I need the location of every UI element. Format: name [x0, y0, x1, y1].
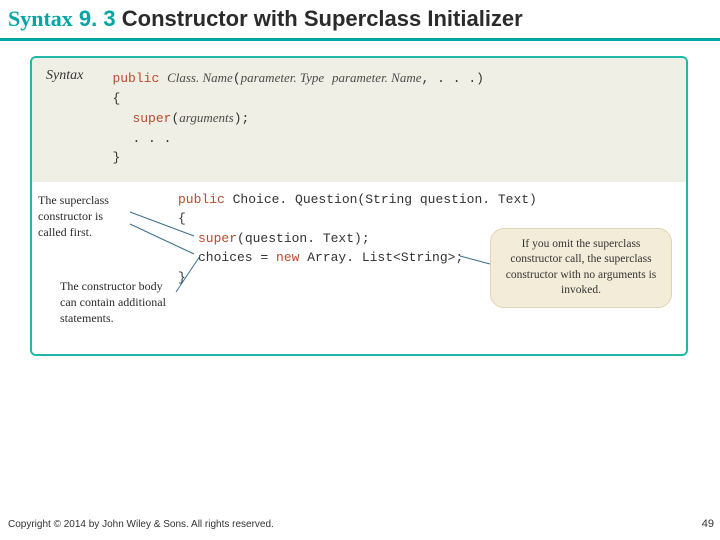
example-line-1: public Choice. Question(String question.… [178, 190, 537, 210]
syntax-line-2: { [112, 89, 483, 109]
space [324, 71, 332, 86]
example-line-3: super(question. Text); [178, 229, 537, 249]
syntax-line-3: super(arguments); [112, 108, 483, 129]
syntax-line-4: . . . [112, 129, 483, 149]
lparen: ( [233, 71, 241, 86]
ex-assign-lhs: choices = [198, 250, 276, 265]
title-word-syntax: Syntax [8, 6, 73, 31]
rest-dots: , . . .) [422, 71, 484, 86]
note-body-contain: The constructor body can contain additio… [60, 278, 180, 327]
syntax-template-panel: Syntax public Class. Name(parameter. Typ… [32, 58, 686, 184]
title-underline [0, 38, 720, 41]
kw-public-ex: public [178, 192, 225, 207]
page-title: Syntax 9. 3 Constructor with Superclass … [8, 6, 523, 32]
example-line-2: { [178, 209, 537, 229]
kw-super-ex: super [198, 231, 237, 246]
note-superclass-first: The superclass constructor is called fir… [38, 192, 130, 241]
footer-copyright: Copyright © 2014 by John Wiley & Sons. A… [8, 519, 274, 530]
syntax-box: Syntax public Class. Name(parameter. Typ… [30, 56, 688, 356]
placeholder-arguments: arguments [179, 110, 233, 125]
title-number: 9. 3 [79, 6, 116, 31]
ex-super-args: (question. Text); [237, 231, 370, 246]
syntax-label: Syntax [46, 68, 108, 84]
syntax-template-code: public Class. Name(parameter. Type param… [112, 68, 483, 168]
footer-page-number: 49 [702, 518, 714, 530]
example-line-4: choices = new Array. List<String>; [178, 248, 537, 268]
kw-new: new [276, 250, 299, 265]
title-rest: Constructor with Superclass Initializer [122, 6, 523, 31]
callout-omit-super: If you omit the superclass constructor c… [490, 228, 672, 308]
syntax-example-panel: The superclass constructor is called fir… [32, 184, 686, 354]
kw-public: public [112, 71, 159, 86]
example-line-5: } [178, 268, 537, 288]
placeholder-param-type: parameter. Type [241, 70, 325, 85]
rparen-semi: ); [234, 111, 250, 126]
ex-ctor-sig: Choice. Question(String question. Text) [225, 192, 537, 207]
placeholder-classname: Class. Name [167, 70, 233, 85]
example-code: public Choice. Question(String question.… [178, 190, 537, 288]
ex-assign-rhs: Array. List<String>; [299, 250, 463, 265]
kw-super: super [132, 111, 171, 126]
syntax-line-5: } [112, 148, 483, 168]
placeholder-param-name: parameter. Name [332, 70, 422, 85]
syntax-line-1: public Class. Name(parameter. Type param… [112, 68, 483, 89]
